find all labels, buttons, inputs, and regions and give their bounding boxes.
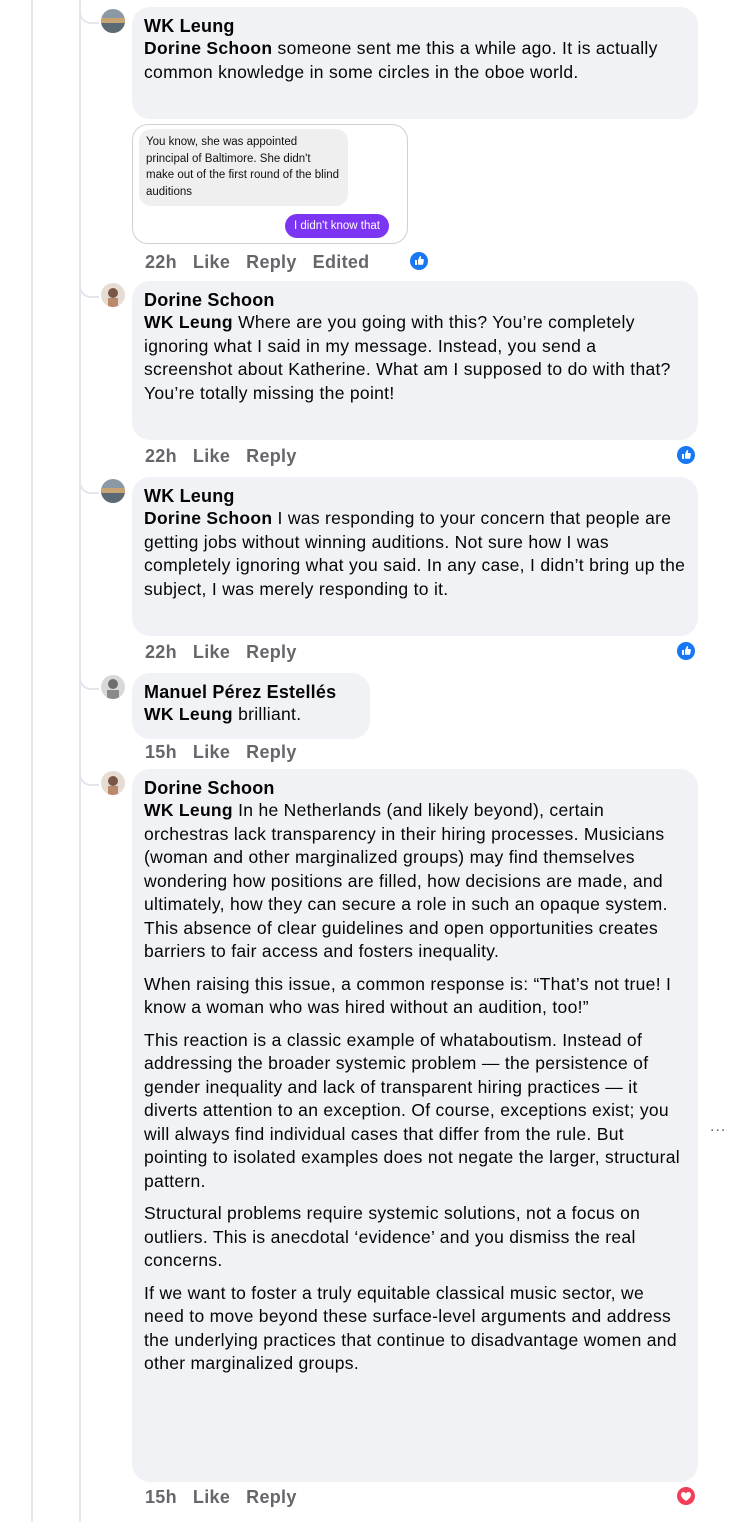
avatar[interactable] [101, 771, 125, 795]
like-button[interactable]: Like [193, 742, 230, 762]
reply-button[interactable]: Reply [246, 446, 297, 466]
comment-text: Dorine Schoon I was responding to your c… [144, 508, 686, 599]
comment-time[interactable]: 15h [145, 742, 177, 762]
comment-paragraph: When raising this issue, a common respon… [144, 973, 672, 1018]
like-button[interactable]: Like [193, 642, 230, 662]
comment-actions: 22h Like Reply [145, 642, 313, 663]
screenshot-attachment[interactable]: You know, she was appointed principal of… [132, 124, 408, 244]
edited-label[interactable]: Edited [313, 252, 370, 272]
comment-text: WK Leung Where are you going with this? … [144, 312, 671, 403]
comment-author[interactable]: WK Leung [144, 485, 686, 507]
more-options-icon[interactable]: ... [710, 1118, 726, 1136]
mention-tag[interactable]: Dorine Schoon [144, 38, 272, 58]
reply-button[interactable]: Reply [246, 742, 297, 762]
mention-tag[interactable]: WK Leung [144, 312, 233, 332]
comment-author[interactable]: Manuel Pérez Estellés [144, 681, 358, 703]
reply-button[interactable]: Reply [246, 642, 297, 662]
comment-time[interactable]: 22h [145, 446, 177, 466]
heart-reaction-icon[interactable] [677, 1487, 695, 1505]
comment-actions: 15h Like Reply [145, 1487, 313, 1508]
avatar[interactable] [101, 9, 125, 33]
like-button[interactable]: Like [193, 1487, 230, 1507]
thread-branch [79, 282, 99, 298]
avatar[interactable] [101, 283, 125, 307]
comment-paragraph: Structural problems require systemic sol… [144, 1203, 641, 1270]
comment-author[interactable]: Dorine Schoon [144, 777, 686, 799]
avatar[interactable] [101, 675, 125, 699]
thread-branch [79, 8, 99, 24]
thread-line-outer [31, 0, 33, 1522]
thread-branch [79, 478, 99, 494]
like-button[interactable]: Like [193, 446, 230, 466]
screenshot-message: You know, she was appointed principal of… [139, 129, 348, 206]
mention-tag[interactable]: WK Leung [144, 800, 233, 820]
comment-bubble: Manuel Pérez Estellés WK Leung brilliant… [132, 673, 370, 739]
comment-author[interactable]: WK Leung [144, 15, 686, 37]
comment-bubble: WK Leung Dorine Schoon I was responding … [132, 477, 698, 636]
comment-time[interactable]: 22h [145, 252, 177, 272]
comment-actions: 22h Like Reply Edited [145, 252, 385, 273]
thread-branch [79, 674, 99, 690]
comment-text: WK Leung brilliant. [144, 704, 302, 724]
like-button[interactable]: Like [193, 252, 230, 272]
reply-button[interactable]: Reply [246, 1487, 297, 1507]
mention-tag[interactable]: WK Leung [144, 704, 233, 724]
comment-actions: 15h Like Reply [145, 742, 313, 763]
like-reaction-icon[interactable] [410, 252, 428, 270]
thread-branch [79, 770, 99, 786]
like-reaction-icon[interactable] [677, 446, 695, 464]
thread-line-inner [79, 0, 81, 1522]
comment-actions: 22h Like Reply [145, 446, 313, 467]
comment-paragraph: If we want to foster a truly equitable c… [144, 1282, 677, 1374]
reply-button[interactable]: Reply [246, 252, 297, 272]
comment-paragraph: This reaction is a classic example of wh… [144, 1029, 680, 1191]
avatar[interactable] [101, 479, 125, 503]
like-reaction-icon[interactable] [677, 642, 695, 660]
comment-text: Dorine Schoon someone sent me this a whi… [144, 38, 658, 82]
comment-bubble: WK Leung Dorine Schoon someone sent me t… [132, 7, 698, 119]
comment-bubble: Dorine Schoon WK Leung Where are you goi… [132, 281, 698, 440]
comment-author[interactable]: Dorine Schoon [144, 289, 686, 311]
mention-tag[interactable]: Dorine Schoon [144, 508, 272, 528]
comment-time[interactable]: 15h [145, 1487, 177, 1507]
comment-text: WK Leung In he Netherlands (and likely b… [144, 800, 668, 961]
screenshot-reply: I didn't know that [285, 214, 389, 238]
comment-bubble: Dorine Schoon WK Leung In he Netherlands… [132, 769, 698, 1482]
comment-time[interactable]: 22h [145, 642, 177, 662]
